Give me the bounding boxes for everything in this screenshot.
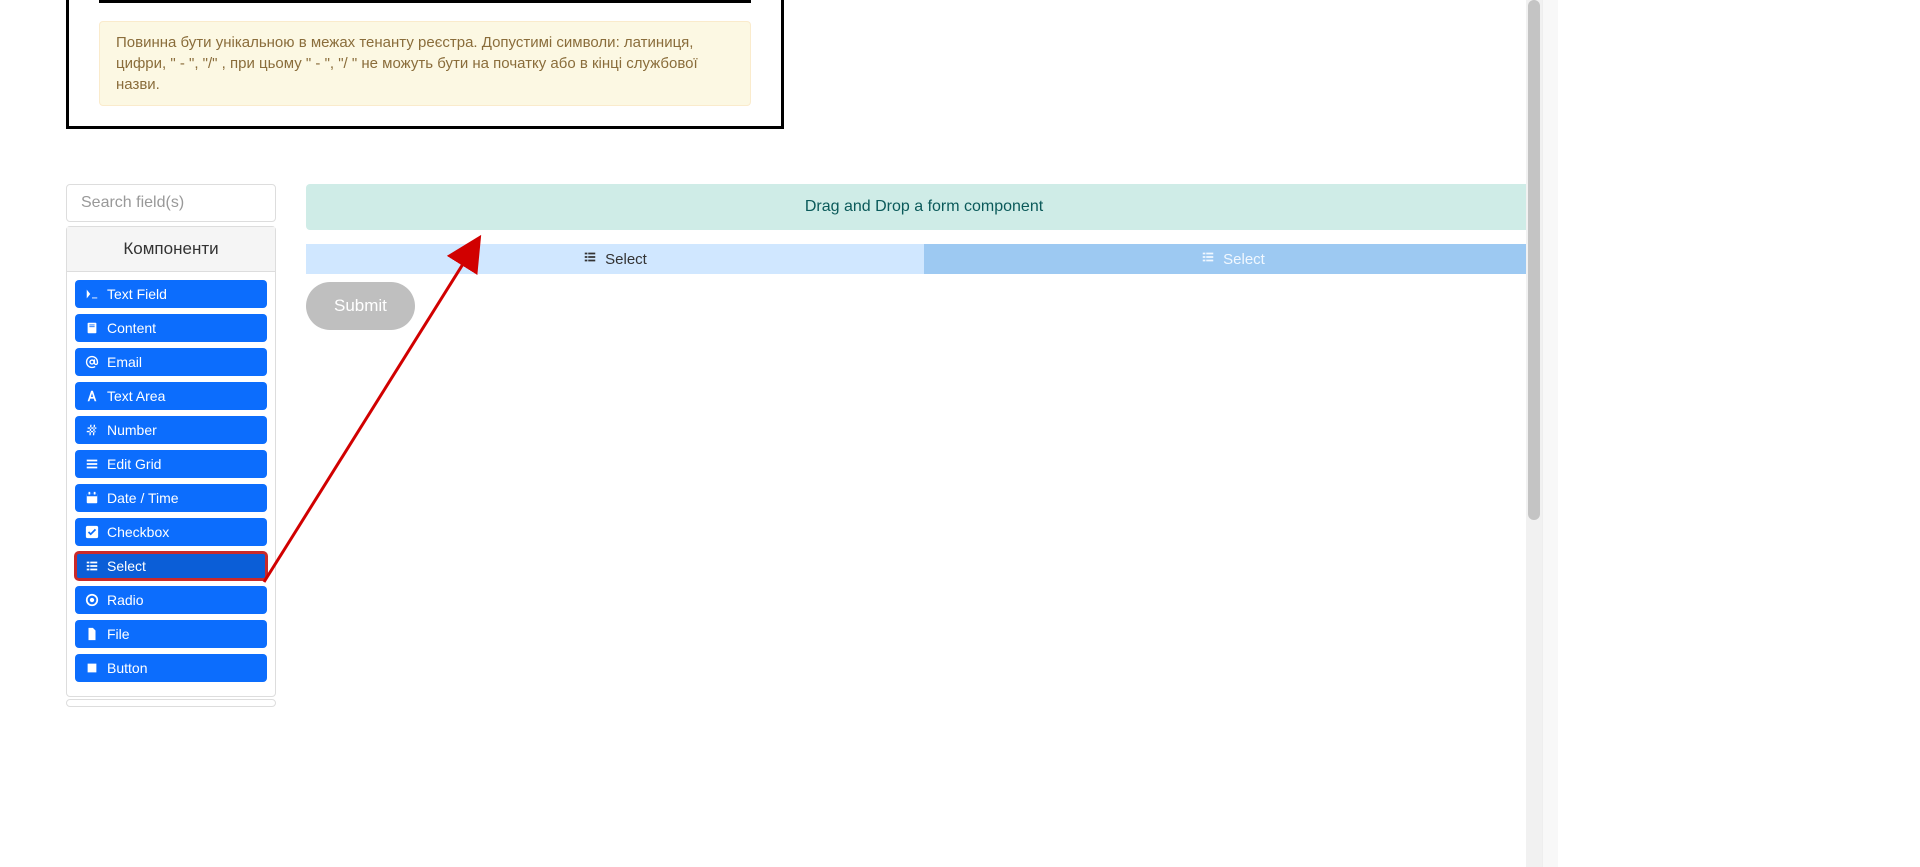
component-email[interactable]: Email	[75, 348, 267, 376]
file-icon	[85, 627, 99, 641]
outer-scrollbar-gutter	[1542, 0, 1558, 867]
hash-icon	[85, 423, 99, 437]
component-sidebar: Компоненти Text Field Content	[66, 184, 276, 707]
sidebar-next-group-peek	[66, 699, 276, 707]
component-select[interactable]: Select	[75, 552, 267, 580]
divider	[99, 0, 751, 3]
dot-icon	[85, 593, 99, 607]
component-label: Edit Grid	[107, 456, 161, 472]
grid-icon	[85, 457, 99, 471]
terminal-icon	[85, 287, 99, 301]
list-icon	[1201, 250, 1215, 268]
component-edit-grid[interactable]: Edit Grid	[75, 450, 267, 478]
component-text-area[interactable]: Text Area	[75, 382, 267, 410]
form-info-panel: Повинна бути унікальною в межах тенанту …	[66, 0, 784, 129]
component-radio[interactable]: Radio	[75, 586, 267, 614]
component-label: Radio	[107, 592, 144, 608]
list-icon	[583, 250, 597, 268]
inner-scrollbar-thumb[interactable]	[1528, 0, 1540, 520]
check-icon	[85, 525, 99, 539]
canvas-drop-row[interactable]: Select Select	[306, 244, 1542, 274]
font-icon	[85, 389, 99, 403]
stop-icon	[85, 661, 99, 675]
component-checkbox[interactable]: Checkbox	[75, 518, 267, 546]
component-label: Text Field	[107, 286, 167, 302]
ghost-component-label: Select	[1223, 251, 1265, 268]
components-list: Text Field Content Email	[67, 272, 275, 696]
placed-component-label: Select	[605, 251, 647, 268]
search-fields-box	[66, 184, 276, 222]
component-label: Select	[107, 558, 146, 574]
component-label: Content	[107, 320, 156, 336]
form-builder: Компоненти Text Field Content	[66, 184, 1542, 707]
submit-button[interactable]: Submit	[306, 282, 415, 330]
component-label: Text Area	[107, 388, 165, 404]
at-icon	[85, 355, 99, 369]
components-group: Компоненти Text Field Content	[66, 226, 276, 697]
calendar-icon	[85, 491, 99, 505]
search-input[interactable]	[79, 193, 263, 213]
component-label: Email	[107, 354, 142, 370]
component-label: Checkbox	[107, 524, 169, 540]
component-number[interactable]: Number	[75, 416, 267, 444]
component-label: Date / Time	[107, 490, 179, 506]
doc-icon	[85, 321, 99, 335]
component-button[interactable]: Button	[75, 654, 267, 682]
component-content[interactable]: Content	[75, 314, 267, 342]
component-label: Button	[107, 660, 147, 676]
ghost-component-select: Select	[924, 244, 1542, 274]
list-icon	[85, 559, 99, 573]
form-canvas: Drag and Drop a form component Select Se…	[306, 184, 1542, 707]
component-datetime[interactable]: Date / Time	[75, 484, 267, 512]
component-label: File	[107, 626, 130, 642]
dropzone-hint[interactable]: Drag and Drop a form component	[306, 184, 1542, 230]
components-group-title[interactable]: Компоненти	[67, 227, 275, 272]
component-label: Number	[107, 422, 157, 438]
info-message: Повинна бути унікальною в межах тенанту …	[99, 21, 751, 106]
component-text-field[interactable]: Text Field	[75, 280, 267, 308]
placed-component-select[interactable]: Select	[306, 244, 924, 274]
component-file[interactable]: File	[75, 620, 267, 648]
inner-scrollbar[interactable]	[1526, 0, 1542, 867]
